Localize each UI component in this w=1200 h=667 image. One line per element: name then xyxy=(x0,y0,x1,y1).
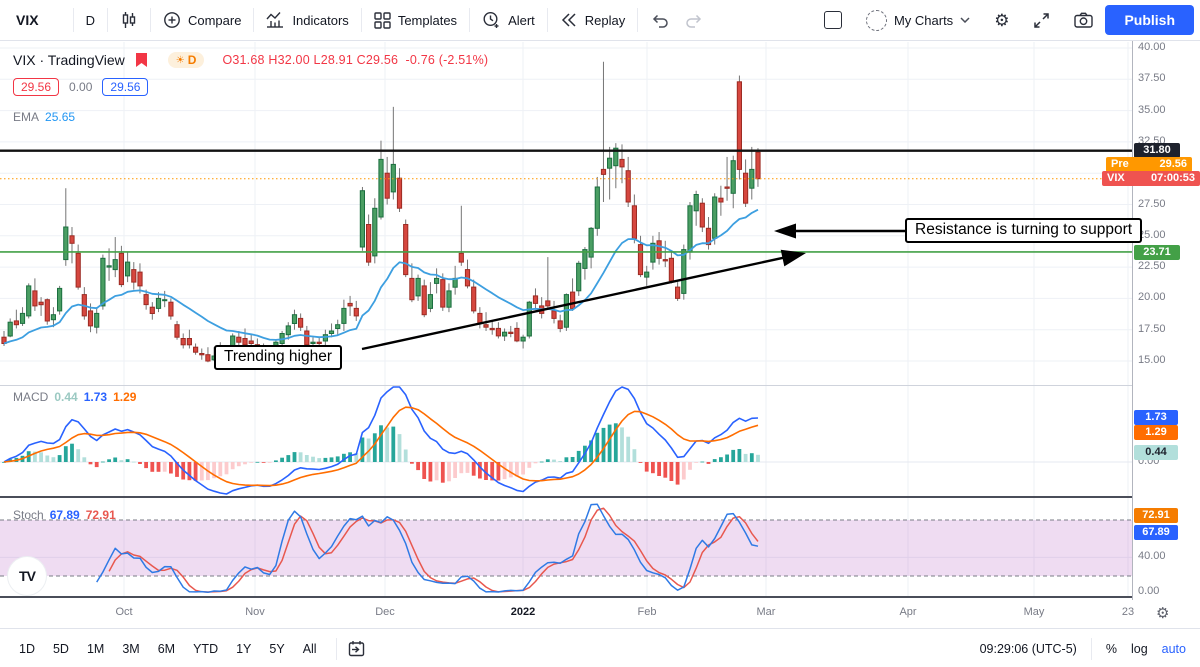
auto-scale-button[interactable]: auto xyxy=(1162,642,1186,656)
settings-button[interactable]: ⚙ xyxy=(982,6,1021,34)
divider xyxy=(336,638,337,660)
divider xyxy=(1091,638,1092,660)
fullscreen-button[interactable] xyxy=(1021,6,1062,34)
my-charts-button[interactable]: My Charts xyxy=(854,6,982,34)
premarket-price-box[interactable]: 29.56 xyxy=(102,78,148,96)
redo-icon xyxy=(684,12,704,28)
ema-label: EMA xyxy=(13,110,39,124)
flag-icon[interactable] xyxy=(135,53,148,68)
time-label-Oct: Oct xyxy=(115,606,132,618)
indicators-icon xyxy=(266,11,285,29)
macd-label: MACD xyxy=(13,390,48,404)
stoch-legend-row[interactable]: Stoch 67.89 72.91 xyxy=(13,508,116,522)
percent-scale-button[interactable]: % xyxy=(1106,642,1117,656)
time-label-Dec: Dec xyxy=(375,606,395,618)
camera-icon xyxy=(1074,12,1093,28)
time-label-23: 23 xyxy=(1122,606,1134,618)
macd-signal-value: 1.29 xyxy=(113,390,136,404)
range-button-5Y[interactable]: 5Y xyxy=(262,638,291,660)
undo-icon xyxy=(650,12,670,28)
publish-button[interactable]: Publish xyxy=(1105,5,1194,35)
alert-button[interactable]: Alert xyxy=(470,6,547,34)
alert-clock-icon xyxy=(482,11,501,29)
axis-settings-gear-icon[interactable]: ⚙ xyxy=(1156,604,1169,622)
replay-icon xyxy=(560,12,578,28)
interval-button[interactable]: D xyxy=(74,6,107,34)
goto-date-button[interactable] xyxy=(347,640,366,658)
templates-label: Templates xyxy=(398,13,457,28)
alert-label: Alert xyxy=(508,13,535,28)
candlestick-icon xyxy=(120,11,138,29)
bottom-right-controls: 09:29:06 (UTC-5) % log auto xyxy=(980,638,1200,660)
tradingview-logo[interactable]: TV xyxy=(8,557,46,595)
cloud-icon xyxy=(866,10,887,31)
layout-select-button[interactable] xyxy=(812,6,854,34)
range-button-1Y[interactable]: 1Y xyxy=(229,638,258,660)
time-axis[interactable]: Oct Nov Dec 2022 Feb Mar Apr May 23 xyxy=(0,0,1200,667)
clock[interactable]: 09:29:06 (UTC-5) xyxy=(980,642,1077,656)
indicators-button[interactable]: Indicators xyxy=(254,6,360,34)
time-label-Mar: Mar xyxy=(757,606,776,618)
stoch-d-value: 72.91 xyxy=(86,508,116,522)
single-layout-icon xyxy=(824,11,842,29)
time-label-Apr: Apr xyxy=(899,606,916,618)
chart-style-button[interactable] xyxy=(108,6,150,34)
session-label: D xyxy=(188,53,197,67)
range-button-YTD[interactable]: YTD xyxy=(186,638,225,660)
fullscreen-icon xyxy=(1033,12,1050,29)
templates-button[interactable]: Templates xyxy=(362,6,469,34)
macd-legend-row[interactable]: MACD 0.44 1.73 1.29 xyxy=(13,390,136,404)
my-charts-label: My Charts xyxy=(894,13,953,28)
replay-button[interactable]: Replay xyxy=(548,6,637,34)
compare-label: Compare xyxy=(188,13,241,28)
trending-higher-callout[interactable]: Trending higher xyxy=(214,345,342,370)
chevron-down-icon xyxy=(960,17,970,23)
time-label-Feb: Feb xyxy=(638,606,657,618)
bottom-toolbar: 1D5D1M3M6MYTD1Y5YAll 09:29:06 (UTC-5) % … xyxy=(0,628,1200,667)
stoch-label: Stoch xyxy=(13,508,44,522)
replay-label: Replay xyxy=(585,13,625,28)
tradingview-window: VIX D Compare xyxy=(0,0,1200,667)
snapshot-button[interactable] xyxy=(1062,6,1105,34)
ema-legend-row[interactable]: EMA 25.65 xyxy=(13,110,75,124)
undo-button[interactable] xyxy=(638,6,682,34)
range-button-1M[interactable]: 1M xyxy=(80,638,111,660)
templates-icon xyxy=(374,12,391,29)
range-button-3M[interactable]: 3M xyxy=(115,638,146,660)
symbol-title[interactable]: VIX · TradingView xyxy=(13,52,125,68)
top-toolbar: VIX D Compare xyxy=(0,0,1200,41)
redo-button[interactable] xyxy=(682,6,716,34)
time-label-Nov: Nov xyxy=(245,606,265,618)
gear-icon: ⚙ xyxy=(994,12,1009,29)
tv-logo-glyph: TV xyxy=(19,568,35,584)
stoch-k-value: 67.89 xyxy=(50,508,80,522)
price-line-labels-row: 29.56 0.00 29.56 xyxy=(13,78,148,96)
premarket-sun-icon: ☀ xyxy=(176,55,185,66)
change-box: 0.00 xyxy=(69,80,92,94)
symbol-search-button[interactable]: VIX xyxy=(0,6,73,34)
ema-value: 25.65 xyxy=(45,110,75,124)
compare-button[interactable]: Compare xyxy=(151,6,253,34)
indicators-label: Indicators xyxy=(292,13,348,28)
last-price-box[interactable]: 29.56 xyxy=(13,78,59,96)
range-button-6M[interactable]: 6M xyxy=(151,638,182,660)
macd-line-value: 1.73 xyxy=(84,390,107,404)
session-pill: ☀ D xyxy=(168,52,205,68)
range-buttons: 1D5D1M3M6MYTD1Y5YAll xyxy=(0,638,326,660)
time-label-2022: 2022 xyxy=(511,606,535,618)
range-button-1D[interactable]: 1D xyxy=(12,638,42,660)
macd-hist-value: 0.44 xyxy=(54,390,77,404)
range-button-5D[interactable]: 5D xyxy=(46,638,76,660)
time-label-May: May xyxy=(1024,606,1045,618)
price-legend-row: VIX · TradingView ☀ D O31.68 H32.00 L28.… xyxy=(13,52,488,68)
resistance-support-callout[interactable]: Resistance is turning to support xyxy=(905,218,1142,243)
ohlc-values: O31.68 H32.00 L28.91 C29.56 -0.76 (-2.51… xyxy=(222,53,488,67)
log-scale-button[interactable]: log xyxy=(1131,642,1148,656)
plus-circle-icon xyxy=(163,11,181,29)
range-button-All[interactable]: All xyxy=(296,638,324,660)
